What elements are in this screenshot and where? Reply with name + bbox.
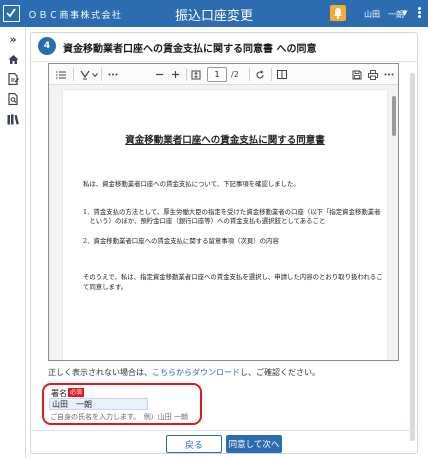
notification-bell-icon[interactable] bbox=[330, 5, 346, 21]
home-icon[interactable] bbox=[4, 51, 22, 67]
back-button[interactable]: 戻る bbox=[166, 435, 222, 453]
card-scrollbar[interactable] bbox=[410, 73, 415, 441]
agree-next-button[interactable]: 同意して次へ bbox=[226, 435, 282, 453]
pdf-viewer[interactable]: 1 /2 資金移動業者口座への賃金支払に関する同意書 私は、資金移動業者口座への… bbox=[48, 63, 399, 361]
zoom-out-icon[interactable] bbox=[153, 68, 165, 81]
user-menu-caret-icon[interactable]: ▼ bbox=[402, 9, 407, 17]
download-link[interactable]: こちらからダウンロード bbox=[152, 368, 240, 377]
more-tools-icon[interactable] bbox=[107, 68, 119, 81]
pdf-scrollbar[interactable] bbox=[392, 86, 396, 354]
document-search-icon[interactable] bbox=[4, 91, 22, 107]
help-suffix: し、ご確認ください。 bbox=[240, 368, 320, 377]
required-badge: 必須 bbox=[68, 388, 85, 397]
user-name[interactable]: 山田 一朗 bbox=[364, 9, 404, 20]
side-navigation: » bbox=[0, 27, 26, 458]
save-icon[interactable] bbox=[351, 68, 363, 81]
toolbar-separator bbox=[249, 68, 250, 81]
document-paragraph: そのうえで、私は、指定資金移動業者口座への賃金支払を選択し、申請した内容のとおり… bbox=[83, 273, 383, 281]
fit-page-icon[interactable] bbox=[190, 68, 202, 81]
document-edit-icon[interactable] bbox=[4, 71, 22, 87]
pdf-page: 資金移動業者口座への賃金支払に関する同意書 私は、資金移動業者口座への賃金支払に… bbox=[63, 90, 387, 360]
document-paragraph: という）のほか、預貯金口座（銀行口座等）への賃金支払も選択肢としてあること bbox=[83, 217, 326, 225]
print-icon[interactable] bbox=[367, 68, 379, 81]
page-number-input[interactable]: 1 bbox=[207, 67, 227, 82]
zoom-in-icon[interactable] bbox=[169, 68, 181, 81]
expand-nav-icon[interactable]: » bbox=[4, 31, 22, 47]
footer-divider bbox=[30, 430, 418, 431]
pdf-toolbar: 1 /2 bbox=[49, 64, 398, 85]
help-prefix: 正しく表示されない場合は、 bbox=[48, 368, 152, 377]
page-total: /2 bbox=[231, 70, 239, 79]
toolbar-separator bbox=[73, 68, 74, 81]
step-number-badge: 4 bbox=[38, 37, 56, 55]
signature-input[interactable] bbox=[49, 398, 148, 410]
card-divider bbox=[31, 61, 417, 62]
step-title: 資金移動業者口座への賃金支払に関する同意書 への同意 bbox=[63, 44, 317, 55]
document-paragraph: 1．賃金支払の方法として、厚生労働大臣の指定を受けた資金移動業者の口座（以下「指… bbox=[83, 208, 381, 216]
document-paragraph: 2．資金移動業者口座への賃金支払に関する留意事項（次頁）の内容 bbox=[83, 237, 279, 245]
books-icon[interactable] bbox=[4, 111, 22, 127]
signature-field-group: 署名 必須 ご自身の氏名を入力します。 例）山田 一朗 bbox=[42, 383, 202, 425]
download-help-text: 正しく表示されない場合は、こちらからダウンロードし、ご確認ください。 bbox=[48, 367, 320, 378]
more-menu-icon[interactable] bbox=[414, 6, 424, 20]
document-paragraph: 私は、資金移動業者口座への賃金支払について、下記事項を確認しました。 bbox=[83, 180, 300, 188]
toolbar-separator bbox=[271, 68, 272, 81]
rotate-icon[interactable] bbox=[254, 68, 266, 81]
toolbar-separator bbox=[101, 68, 102, 81]
document-paragraph: て同意します。 bbox=[83, 283, 128, 291]
pdf-more-icon[interactable] bbox=[383, 68, 395, 81]
highlight-icon[interactable] bbox=[79, 68, 91, 81]
signature-hint: ご自身の氏名を入力します。 例）山田 一朗 bbox=[50, 413, 189, 421]
toolbar-separator bbox=[186, 68, 187, 81]
app-header: ＯＢＣ商事株式会社 振込口座変更 山田 一朗 ▼ bbox=[0, 0, 428, 27]
document-title: 資金移動業者口座への賃金支払に関する同意書 bbox=[125, 135, 325, 146]
highlight-dropdown-icon[interactable] bbox=[92, 68, 98, 81]
contents-list-icon[interactable] bbox=[55, 68, 67, 81]
page-view-icon[interactable] bbox=[276, 68, 288, 81]
